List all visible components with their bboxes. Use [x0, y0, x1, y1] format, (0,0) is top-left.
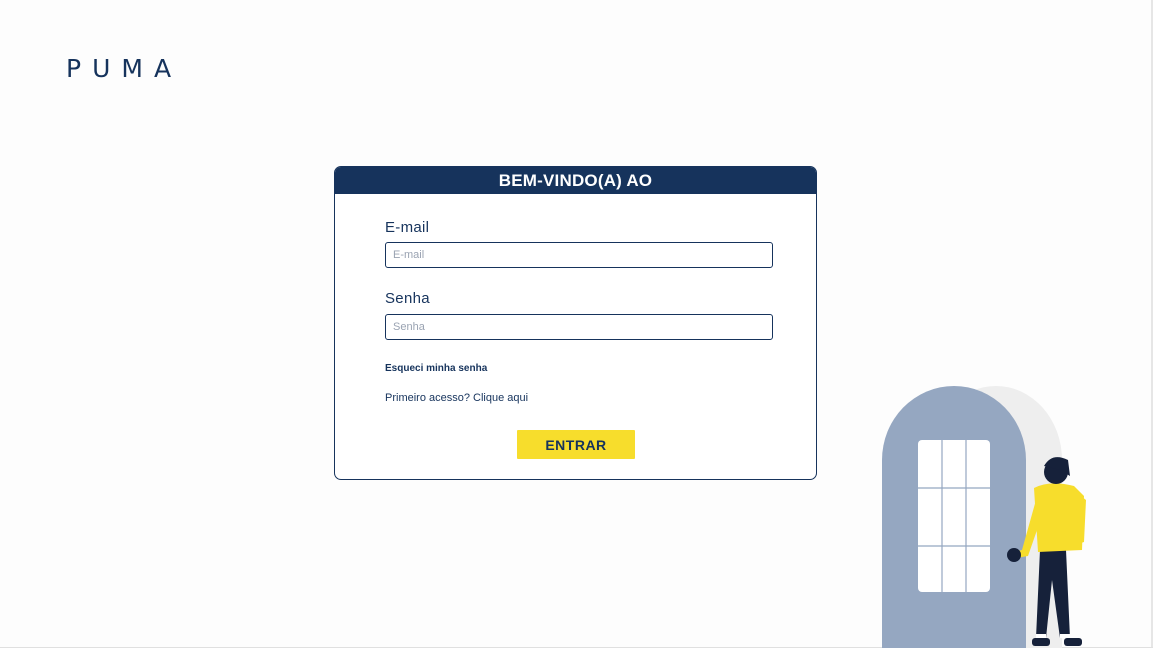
login-title: BEM-VINDO(A) AO [498, 170, 653, 190]
door-window [918, 440, 990, 592]
login-card: BEM-VINDO(A) AO E-mail Senha Esqueci min… [334, 166, 817, 480]
person-at-door-illustration [882, 386, 1086, 648]
brand-logo: PUMA [66, 54, 183, 83]
email-label: E-mail [385, 219, 430, 236]
login-button[interactable]: ENTRAR [517, 430, 635, 459]
password-label: Senha [385, 290, 430, 307]
login-card-header: BEM-VINDO(A) AO [335, 167, 816, 194]
password-input[interactable] [385, 314, 773, 340]
forgot-password-link[interactable]: Esqueci minha senha [385, 363, 487, 374]
first-access-link[interactable]: Primeiro acesso? Clique aqui [385, 392, 528, 404]
email-input[interactable] [385, 242, 773, 268]
